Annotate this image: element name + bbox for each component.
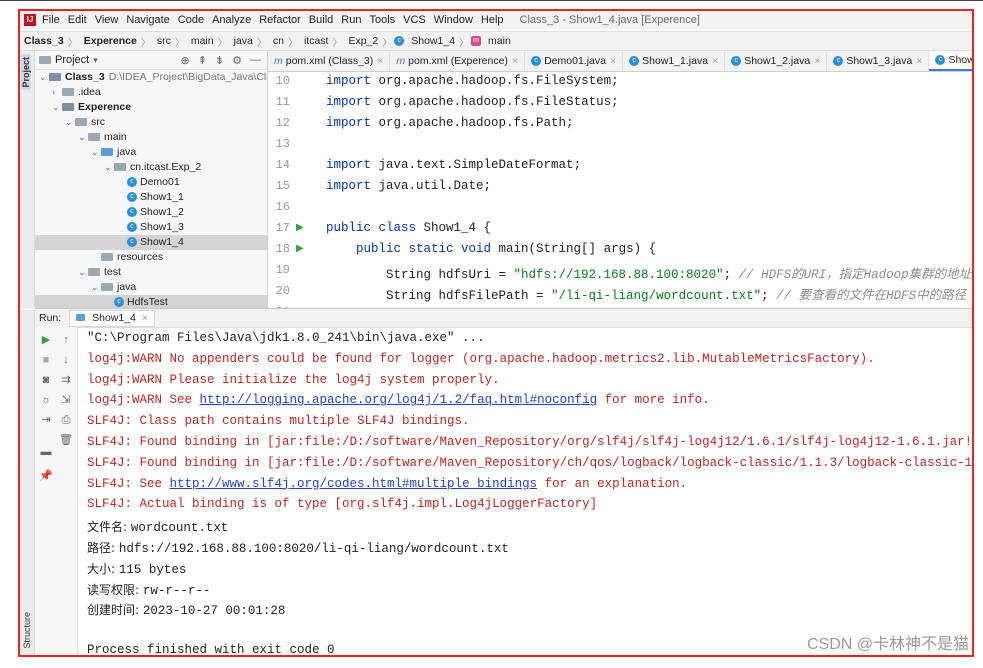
top-border-line (0, 0, 983, 1)
highlight-frame (18, 9, 974, 657)
